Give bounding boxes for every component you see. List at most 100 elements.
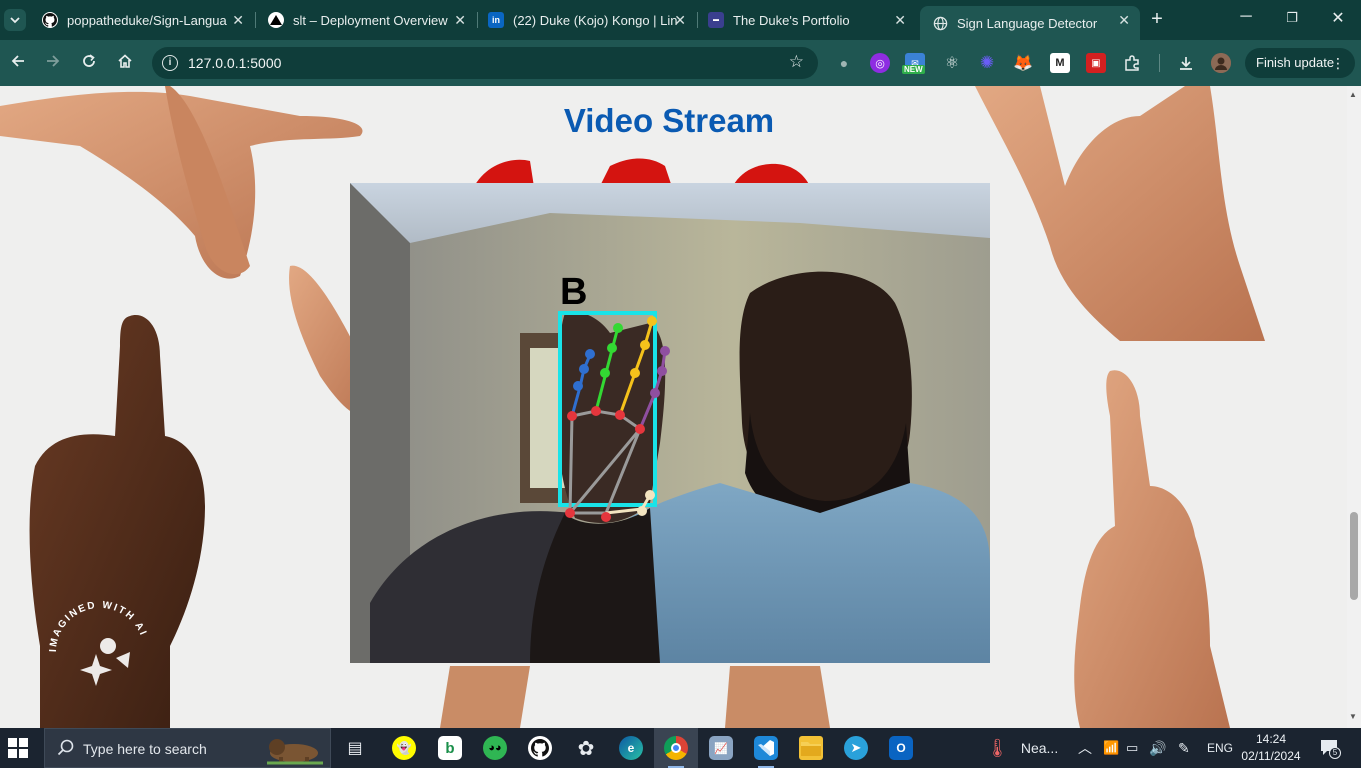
close-tab-icon[interactable]: ✕ — [232, 12, 244, 29]
show-hidden-icons-button[interactable]: ︿ — [1078, 728, 1092, 768]
vercel-icon — [268, 12, 284, 28]
browser-toolbar: i 127.0.0.1:5000 ☆ ● ◎ ✉ NEW ⚛ ✺ 🦊 M ▣ F… — [0, 40, 1361, 86]
volume-icon[interactable]: 🔊 — [1149, 728, 1166, 768]
scroll-down-arrow[interactable]: ▼ — [1349, 712, 1357, 721]
close-tab-icon[interactable]: ✕ — [894, 12, 906, 29]
scrollbar-thumb[interactable] — [1350, 512, 1358, 600]
close-tab-icon[interactable]: ✕ — [454, 12, 466, 29]
reload-button[interactable] — [79, 53, 99, 73]
tab-title: Sign Language Detector — [957, 15, 1098, 31]
portfolio-icon: ▬ — [708, 12, 724, 28]
finish-update-button[interactable]: Finish update ⋮ — [1245, 48, 1355, 78]
search-icon — [57, 739, 74, 761]
address-url[interactable]: 127.0.0.1:5000 — [188, 55, 281, 71]
download-icon[interactable] — [1176, 53, 1196, 73]
telegram-icon[interactable]: ➤ — [844, 736, 868, 760]
tab-title: (22) Duke (Kojo) Kongo | LinkedIn — [513, 12, 678, 28]
page-title: Video Stream — [563, 102, 775, 139]
duolingo-icon[interactable]: ◕◕ — [483, 736, 507, 760]
edge-icon[interactable]: e — [619, 736, 643, 760]
notification-center-button[interactable]: 5 — [1319, 737, 1341, 759]
tab-title: The Duke's Portfolio — [733, 12, 850, 28]
search-placeholder: Type here to search — [83, 741, 207, 757]
file-explorer-icon[interactable] — [799, 736, 823, 760]
chrome-icon[interactable] — [664, 736, 688, 760]
page-scrollbar[interactable]: ▲ ▼ — [1347, 86, 1361, 728]
tab-vercel[interactable]: slt – Deployment Overview ✕ — [256, 6, 476, 34]
site-info-icon[interactable]: i — [162, 55, 178, 71]
weather-label: Nea... — [1020, 740, 1059, 756]
language-indicator[interactable]: ENG — [1207, 728, 1233, 768]
system-monitor-icon[interactable]: 📈 — [709, 736, 733, 760]
outlook-icon[interactable]: O — [889, 736, 913, 760]
minimize-button[interactable]: ─ — [1231, 8, 1261, 26]
tab-linkedin[interactable]: in (22) Duke (Kojo) Kongo | LinkedIn ✕ — [476, 6, 696, 34]
extension-m-icon[interactable]: M — [1050, 53, 1070, 73]
taskbar-search-box[interactable]: Type here to search — [44, 728, 331, 768]
taskbar-clock[interactable]: 14:24 02/11/2024 — [1240, 731, 1302, 765]
weather-widget[interactable]: 🌡 Nea... — [986, 728, 1058, 768]
windows-logo-icon — [8, 738, 28, 758]
watermark-text: IMAGINED WITH AI — [48, 600, 147, 652]
search-highlight-bison-icon — [267, 739, 323, 765]
react-devtools-icon[interactable]: ⚛ — [942, 53, 962, 73]
tab-title: slt – Deployment Overview — [293, 12, 448, 28]
profile-avatar[interactable] — [1211, 53, 1231, 73]
video-stream: B — [350, 183, 990, 663]
extension-purple-circle-icon[interactable]: ◎ — [870, 53, 890, 73]
arrow-right-icon — [47, 55, 60, 67]
metamask-icon[interactable]: 🦊 — [1013, 53, 1033, 73]
vscode-icon[interactable] — [754, 736, 778, 760]
tab-sign-language-detector[interactable]: Sign Language Detector ✕ — [920, 6, 1140, 40]
extensions-puzzle-icon[interactable] — [1122, 53, 1142, 73]
tab-search-button[interactable] — [4, 9, 26, 31]
bookmark-star-icon[interactable]: ☆ — [789, 52, 804, 72]
extension-gear-icon[interactable]: ✺ — [977, 53, 997, 73]
close-window-button[interactable]: ✕ — [1323, 8, 1353, 28]
page-viewport: Video Stream B IMAGINED WITH AI — [0, 86, 1347, 728]
svg-text:IMAGINED WITH AI: IMAGINED WITH AI — [48, 600, 149, 652]
forward-button[interactable] — [43, 53, 63, 73]
tab-portfolio[interactable]: ▬ The Duke's Portfolio ✕ — [696, 6, 916, 34]
chatgpt-icon[interactable]: ✿ — [574, 736, 598, 760]
arrow-left-icon — [11, 55, 24, 67]
globe-icon — [932, 15, 948, 31]
tab-title: poppatheduke/Sign-Language — [67, 12, 227, 28]
battery-icon[interactable]: ▭ — [1126, 728, 1138, 768]
restore-button[interactable]: ❐ — [1277, 10, 1307, 26]
back-button[interactable] — [8, 53, 28, 73]
bing-app-icon[interactable]: b — [438, 736, 462, 760]
github-desktop-icon[interactable] — [528, 736, 552, 760]
chevron-down-icon — [10, 16, 20, 23]
clock-time: 14:24 — [1255, 732, 1287, 746]
close-tab-icon[interactable]: ✕ — [674, 12, 686, 29]
toolbar-divider — [1159, 54, 1160, 72]
finish-update-label: Finish update — [1256, 55, 1335, 70]
hand-landmarks-overlay — [558, 311, 670, 522]
windows-start-button[interactable] — [8, 738, 28, 758]
reload-icon — [83, 54, 95, 67]
network-icon[interactable]: 📶 — [1103, 728, 1119, 768]
pen-icon[interactable]: ✎ — [1178, 728, 1190, 768]
clock-date: 02/11/2024 — [1241, 749, 1301, 763]
linkedin-icon: in — [488, 12, 504, 28]
address-bar[interactable]: i 127.0.0.1:5000 ☆ — [152, 47, 818, 79]
home-button[interactable] — [115, 53, 135, 73]
tab-strip: poppatheduke/Sign-Language ✕ slt – Deplo… — [0, 0, 1361, 40]
tab-github[interactable]: poppatheduke/Sign-Language ✕ — [30, 6, 254, 34]
close-tab-icon[interactable]: ✕ — [1118, 12, 1130, 29]
scroll-up-arrow[interactable]: ▲ — [1349, 90, 1357, 99]
new-badge: NEW — [902, 65, 925, 74]
github-icon — [42, 12, 58, 28]
extension-puzzle-light-icon[interactable]: ● — [834, 53, 854, 73]
imagined-with-ai-watermark: IMAGINED WITH AI — [48, 600, 149, 686]
home-icon — [118, 54, 132, 68]
new-tab-button[interactable]: + — [1146, 8, 1168, 31]
extension-red-icon[interactable]: ▣ — [1086, 53, 1106, 73]
thermometer-icon: 🌡 — [986, 737, 1009, 758]
task-view-icon[interactable]: ▤ — [343, 736, 367, 760]
windows-taskbar: Type here to search ▤ 👻 b ◕◕ ✿ e 📈 ➤ O 🌡… — [0, 728, 1361, 768]
more-vertical-icon[interactable]: ⋮ — [1331, 48, 1345, 78]
notification-count-badge: 5 — [1329, 747, 1341, 759]
snapchat-icon[interactable]: 👻 — [392, 736, 416, 760]
